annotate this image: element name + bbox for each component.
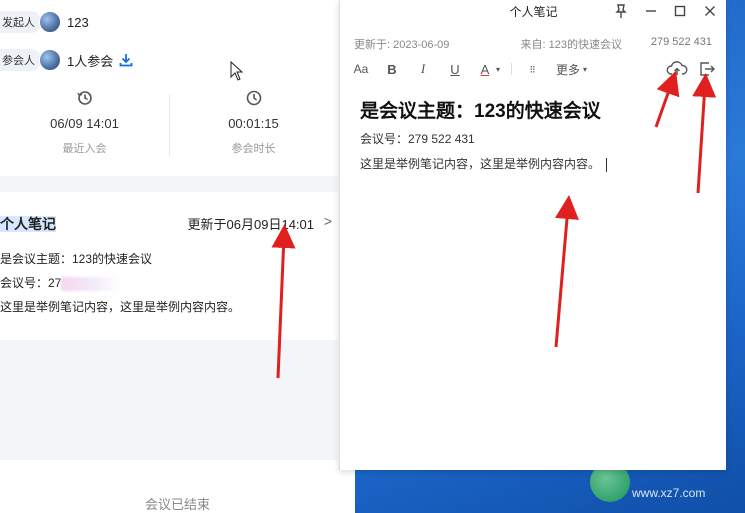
organizer-name: 123 — [67, 14, 89, 30]
personal-notes-card[interactable]: 个人笔记 更新于06月09日14:01 > 是会议主题：123的快速会议 会议号… — [0, 192, 338, 340]
stat-last-join: 06/09 14:01 最近入会 — [0, 88, 169, 160]
meeting-info-card: 发起人 123 参会人 1人参会 06/09 14:01 最近入会 00:01:… — [0, 0, 338, 176]
participant-avatar — [39, 49, 61, 71]
notes-preview-line-number: 会议号：27 — [0, 274, 122, 291]
export-icon[interactable] — [696, 58, 718, 80]
duration-label: 参会时长 — [231, 143, 276, 155]
more-button[interactable]: 更多 — [555, 58, 581, 80]
last-join-value: 06/09 14:01 — [50, 116, 119, 131]
notes-source: 来自: 123的快速会议 — [520, 39, 622, 51]
note-meeting-number[interactable]: 会议号：279 522 431 — [360, 130, 475, 147]
format-toolbar: Aa B I U A ▾ ⁝⁝ 更多 ▾ — [350, 58, 716, 80]
last-join-label: 最近入会 — [62, 143, 107, 155]
window-title-bar[interactable]: 个人笔记 — [340, 0, 727, 22]
toolbar-separator — [511, 63, 512, 75]
clock-icon — [246, 90, 261, 106]
close-icon[interactable] — [701, 2, 719, 20]
redacted-blur — [61, 276, 122, 291]
more-dropdown-icon[interactable]: ▾ — [581, 58, 589, 80]
font-size-button[interactable]: Aa — [350, 58, 372, 80]
notes-updated-date: 更新于: 2023-06-09 — [354, 39, 450, 51]
mouse-cursor-icon — [230, 61, 244, 81]
meeting-detail-panel: 发起人 123 参会人 1人参会 06/09 14:01 最近入会 00:01:… — [0, 0, 355, 513]
organizer-tag: 发起人 — [0, 11, 41, 33]
font-color-dropdown-icon[interactable]: ▾ — [493, 58, 503, 80]
participants-tag: 参会人 — [0, 49, 41, 71]
notes-editor-window: 个人笔记 更新于: 2023-06-09 来自: 123的快速会议 279 52… — [339, 0, 726, 470]
bold-button[interactable]: B — [382, 58, 402, 80]
duration-value: 00:01:15 — [228, 116, 279, 131]
text-caret — [606, 157, 608, 172]
history-icon — [76, 91, 92, 105]
underline-button[interactable]: U — [445, 58, 465, 80]
meeting-stats: 06/09 14:01 最近入会 00:01:15 参会时长 — [0, 88, 338, 160]
participants-count: 1人参会 — [67, 53, 114, 69]
pin-icon[interactable] — [612, 2, 630, 20]
notes-preview-line-topic: 是会议主题：123的快速会议 — [0, 252, 153, 266]
note-content-line[interactable]: 这里是举例笔记内容，这里是举例内容内容。 — [360, 155, 608, 172]
minimize-icon[interactable] — [642, 2, 660, 20]
organizer-avatar — [39, 11, 61, 33]
panel-empty-area — [0, 340, 338, 460]
maximize-icon[interactable] — [671, 2, 689, 20]
meeting-ended-status: 会议已结束 — [144, 497, 210, 512]
notes-meeting-number: 279 522 431 — [650, 36, 712, 48]
font-color-button[interactable]: A — [477, 58, 493, 80]
section-divider — [0, 176, 338, 192]
participants-row: 参会人 1人参会 — [0, 48, 133, 72]
notes-card-updated: 更新于06月09日14:01 — [187, 217, 314, 232]
stat-duration: 00:01:15 参会时长 — [169, 88, 338, 160]
notes-preview-line-content: 这里是举例笔记内容，这里是举例内容内容。 — [0, 300, 241, 314]
note-heading[interactable]: 是会议主题：123的快速会议 — [360, 96, 601, 123]
notes-card-title: 个人笔记 — [0, 216, 56, 232]
window-title: 个人笔记 — [509, 5, 558, 19]
download-icon[interactable] — [119, 53, 133, 67]
cloud-upload-icon[interactable] — [666, 58, 688, 80]
list-button[interactable]: ⁝⁝ — [522, 58, 542, 80]
desktop-watermark: www.xz7.com — [632, 486, 706, 500]
chevron-right-icon[interactable]: > — [324, 213, 332, 229]
organizer-row: 发起人 123 — [0, 10, 89, 34]
italic-button[interactable]: I — [413, 58, 433, 80]
